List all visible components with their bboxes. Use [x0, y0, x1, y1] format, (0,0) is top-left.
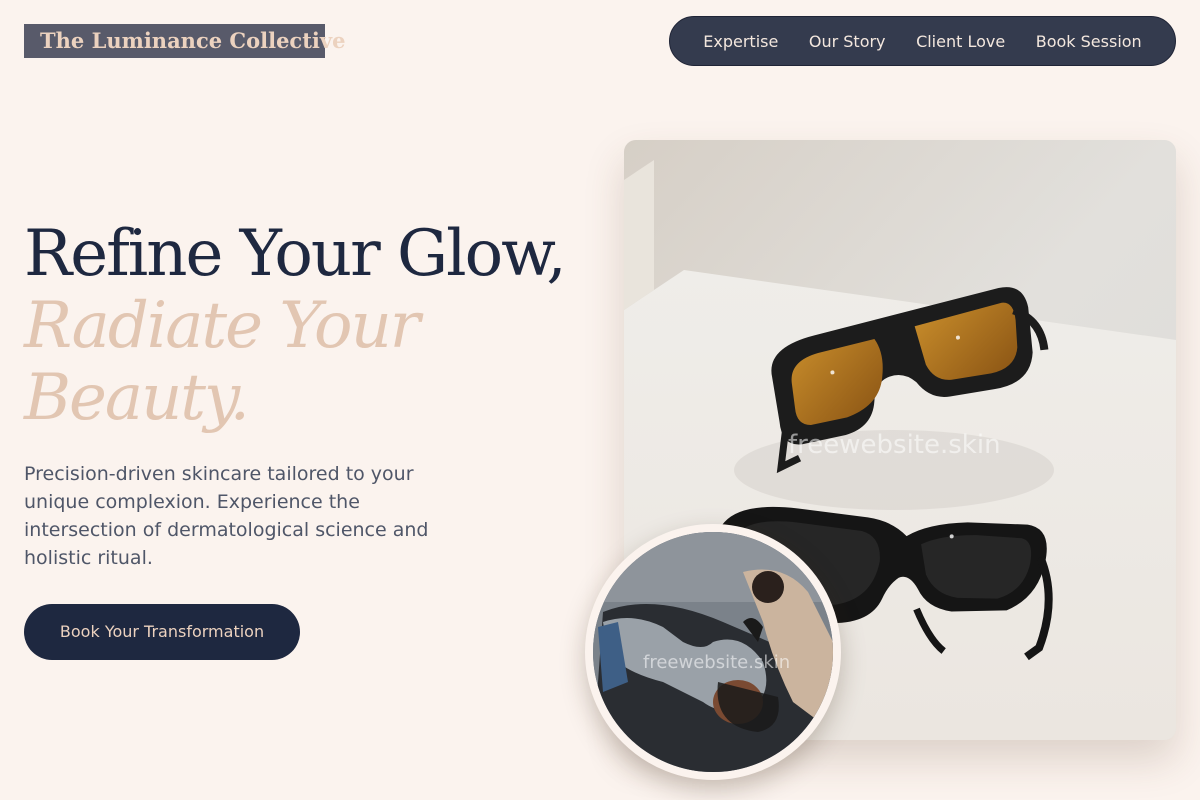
hero-title-line-1: Refine Your Glow,: [24, 217, 567, 291]
hero-title: Refine Your Glow, Radiate Your Beauty.: [24, 217, 567, 435]
treatment-illustration: [593, 532, 833, 772]
main-nav: Expertise Our Story Client Love Book Ses…: [669, 16, 1176, 66]
brand-logo[interactable]: The Luminance Collective: [24, 24, 345, 58]
nav-item-client-love[interactable]: Client Love: [916, 32, 1005, 51]
client-treatment-photo: freewebsite.skin: [585, 524, 841, 780]
hero-description: Precision-driven skincare tailored to yo…: [24, 463, 429, 569]
book-transformation-button[interactable]: Book Your Transformation: [24, 604, 300, 660]
nav-item-book-session[interactable]: Book Session: [1036, 32, 1142, 51]
hero-title-line-3: Beauty.: [24, 361, 250, 435]
brand-name: The Luminance Collective: [40, 28, 346, 53]
nav-item-our-story[interactable]: Our Story: [809, 32, 886, 51]
hero-title-line-2: Radiate Your: [24, 289, 420, 363]
nav-item-expertise[interactable]: Expertise: [703, 32, 778, 51]
